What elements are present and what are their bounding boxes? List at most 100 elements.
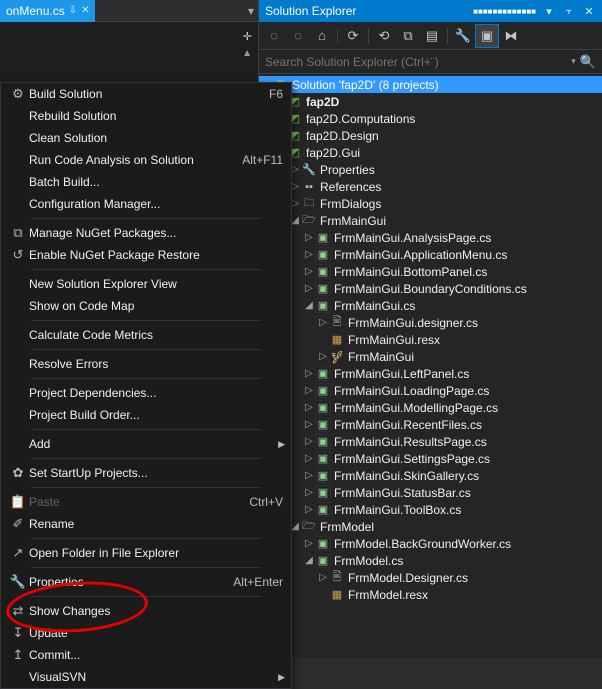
menu-batch-build[interactable]: Batch Build... bbox=[1, 171, 291, 193]
menu-paste: 📋 Paste Ctrl+V bbox=[1, 491, 291, 513]
solution-node[interactable]: ◢ ⧉ Solution 'fap2D' (8 projects) bbox=[259, 76, 602, 93]
wrench-icon: 🔧 bbox=[7, 574, 29, 590]
menu-clean-solution[interactable]: Clean Solution bbox=[1, 127, 291, 149]
menu-manage-nuget[interactable]: ⧉ Manage NuGet Packages... bbox=[1, 222, 291, 244]
pin-icon[interactable]: ⫟ bbox=[562, 5, 576, 18]
menu-add[interactable]: Add ▶ bbox=[1, 433, 291, 455]
file-node[interactable]: ▷▣ FrmMainGui.SkinGallery.cs bbox=[259, 467, 602, 484]
references-node[interactable]: ▷▪▪ References bbox=[259, 178, 602, 195]
cs-file-icon: 🖹 bbox=[329, 313, 345, 332]
pin-icon[interactable]: ⇩ bbox=[69, 5, 77, 16]
refresh-icon[interactable]: ⟲ bbox=[373, 25, 395, 47]
view-class-icon[interactable]: ⧓ bbox=[500, 25, 522, 47]
menu-project-deps[interactable]: Project Dependencies... bbox=[1, 382, 291, 404]
menu-calc-metrics[interactable]: Calculate Code Metrics bbox=[1, 324, 291, 346]
file-node[interactable]: ▦ FrmModel.resx bbox=[259, 586, 602, 603]
menu-properties[interactable]: 🔧 Properties Alt+Enter bbox=[1, 571, 291, 593]
project-node[interactable]: ▷◩ fap2D.Computations bbox=[259, 110, 602, 127]
file-node[interactable]: ▷🖹 FrmMainGui.designer.cs bbox=[259, 314, 602, 331]
file-node[interactable]: ▷▣ FrmMainGui.BoundaryConditions.cs bbox=[259, 280, 602, 297]
form-icon: ▣ bbox=[315, 502, 331, 517]
project-node[interactable]: ▷◩ fap2D.Design bbox=[259, 127, 602, 144]
menu-resolve-errors[interactable]: Resolve Errors bbox=[1, 353, 291, 375]
form-icon: ▣ bbox=[315, 553, 331, 568]
file-node[interactable]: ◢▣ FrmMainGui.cs bbox=[259, 297, 602, 314]
menu-rename[interactable]: ✐ Rename bbox=[1, 513, 291, 535]
menu-open-folder[interactable]: ↗ Open Folder in File Explorer bbox=[1, 542, 291, 564]
file-node[interactable]: ▷▣ FrmMainGui.RecentFiles.cs bbox=[259, 416, 602, 433]
collapse-all-icon[interactable]: ⧉ bbox=[397, 25, 419, 47]
form-icon: ▣ bbox=[315, 468, 331, 483]
window-menu-icon[interactable]: ▾ bbox=[542, 5, 556, 18]
cs-file-icon: 🖹 bbox=[329, 568, 345, 587]
split-icon[interactable]: ✛ bbox=[243, 30, 252, 43]
menu-new-solexp[interactable]: New Solution Explorer View bbox=[1, 273, 291, 295]
menu-build-solution[interactable]: ⚙ Build Solution F6 bbox=[1, 83, 291, 105]
search-icon[interactable]: 🔍 bbox=[580, 54, 596, 70]
file-node[interactable]: ▷▣ FrmMainGui.ModellingPage.cs bbox=[259, 399, 602, 416]
panel-titlebar[interactable]: Solution Explorer ■■■■■■■■■■■■■ ▾ ⫟ ✕ bbox=[259, 0, 602, 22]
update-icon: ↧ bbox=[7, 625, 29, 641]
preview-icon[interactable]: ▣ bbox=[476, 25, 498, 47]
menu-rebuild-solution[interactable]: Rebuild Solution bbox=[1, 105, 291, 127]
home-icon[interactable]: ⌂ bbox=[311, 25, 333, 47]
folder-node[interactable]: ◢🗁 FrmModel bbox=[259, 518, 602, 535]
menu-show-changes[interactable]: ⇄ Show Changes bbox=[1, 600, 291, 622]
search-bar[interactable]: ▾ 🔍 bbox=[259, 50, 602, 74]
forward-icon[interactable]: ◌ bbox=[287, 25, 309, 47]
folder-node[interactable]: ◢🗁 FrmMainGui bbox=[259, 212, 602, 229]
close-icon[interactable]: ✕ bbox=[81, 5, 89, 16]
commit-icon: ↥ bbox=[7, 647, 29, 663]
chevron-right-icon: ▶ bbox=[272, 672, 285, 683]
sync-icon[interactable]: ⟳ bbox=[342, 25, 364, 47]
menu-commit[interactable]: ↥ Commit... bbox=[1, 644, 291, 666]
form-icon: ▣ bbox=[315, 298, 331, 313]
chevron-right-icon: ▶ bbox=[272, 439, 285, 450]
project-node[interactable]: ▷ ◩ fap2D bbox=[259, 93, 602, 110]
file-node[interactable]: ▦ FrmMainGui.resx bbox=[259, 331, 602, 348]
search-input[interactable] bbox=[265, 55, 567, 69]
file-node[interactable]: ▷▣ FrmMainGui.BottomPanel.cs bbox=[259, 263, 602, 280]
menu-config-manager[interactable]: Configuration Manager... bbox=[1, 193, 291, 215]
folder-node[interactable]: ▷🗀 FrmDialogs bbox=[259, 195, 602, 212]
file-node[interactable]: ▷▣ FrmMainGui.SettingsPage.cs bbox=[259, 450, 602, 467]
file-node[interactable]: ▷▣ FrmMainGui.ToolBox.cs bbox=[259, 501, 602, 518]
file-node[interactable]: ▷▣ FrmMainGui.StatusBar.cs bbox=[259, 484, 602, 501]
menu-project-build-order[interactable]: Project Build Order... bbox=[1, 404, 291, 426]
document-tab[interactable]: onMenu.cs ⇩ ✕ bbox=[0, 0, 95, 22]
file-node[interactable]: ▷▣ FrmMainGui.ResultsPage.cs bbox=[259, 433, 602, 450]
file-node[interactable]: ▷▣ FrmMainGui.ApplicationMenu.cs bbox=[259, 246, 602, 263]
file-node[interactable]: ▷▣ FrmMainGui.LeftPanel.cs bbox=[259, 365, 602, 382]
file-node[interactable]: ◢▣ FrmModel.cs bbox=[259, 552, 602, 569]
back-icon[interactable]: ◌ bbox=[263, 25, 285, 47]
file-node[interactable]: ▷▣ FrmMainGui.AnalysisPage.cs bbox=[259, 229, 602, 246]
form-icon: ▣ bbox=[315, 264, 331, 279]
file-node[interactable]: ▷🖹 FrmModel.Designer.cs bbox=[259, 569, 602, 586]
restore-icon: ↺ bbox=[7, 247, 29, 263]
panel-toolbar: ◌ ◌ ⌂ ⟳ ⟲ ⧉ ▤ 🔧 ▣ ⧓ bbox=[259, 22, 602, 50]
menu-visualsvn[interactable]: VisualSVN ▶ bbox=[1, 666, 291, 688]
resx-icon: ▦ bbox=[329, 588, 345, 601]
rename-icon: ✐ bbox=[7, 516, 29, 532]
chevron-down-icon[interactable]: ▾ bbox=[567, 56, 580, 67]
menu-set-startup[interactable]: ✿ Set StartUp Projects... bbox=[1, 462, 291, 484]
properties-icon[interactable]: 🔧 bbox=[452, 25, 474, 47]
project-node[interactable]: ◢◩ fap2D.Gui bbox=[259, 144, 602, 161]
tab-filename: onMenu.cs bbox=[6, 4, 65, 18]
document-tab-strip: onMenu.cs ⇩ ✕ ▾ bbox=[0, 0, 258, 22]
menu-enable-nuget[interactable]: ↺ Enable NuGet Package Restore bbox=[1, 244, 291, 266]
close-icon[interactable]: ✕ bbox=[582, 5, 596, 18]
menu-run-code-analysis[interactable]: Run Code Analysis on Solution Alt+F11 bbox=[1, 149, 291, 171]
nuget-icon: ⧉ bbox=[7, 225, 29, 241]
file-node[interactable]: ▷▣ FrmMainGui.LoadingPage.cs bbox=[259, 382, 602, 399]
tab-overflow-icon[interactable]: ▾ bbox=[248, 4, 258, 18]
menu-update[interactable]: ↧ Update bbox=[1, 622, 291, 644]
resx-icon: ▦ bbox=[329, 333, 345, 346]
show-all-icon[interactable]: ▤ bbox=[421, 25, 443, 47]
properties-node[interactable]: ▷🔧 Properties bbox=[259, 161, 602, 178]
solution-tree[interactable]: ◢ ⧉ Solution 'fap2D' (8 projects) ▷ ◩ fa… bbox=[259, 74, 602, 658]
menu-show-code-map[interactable]: Show on Code Map bbox=[1, 295, 291, 317]
class-node[interactable]: ▷🝳 FrmMainGui bbox=[259, 348, 602, 365]
scroll-up-icon[interactable]: ▲ bbox=[242, 48, 252, 59]
file-node[interactable]: ▷▣ FrmModel.BackGroundWorker.cs bbox=[259, 535, 602, 552]
